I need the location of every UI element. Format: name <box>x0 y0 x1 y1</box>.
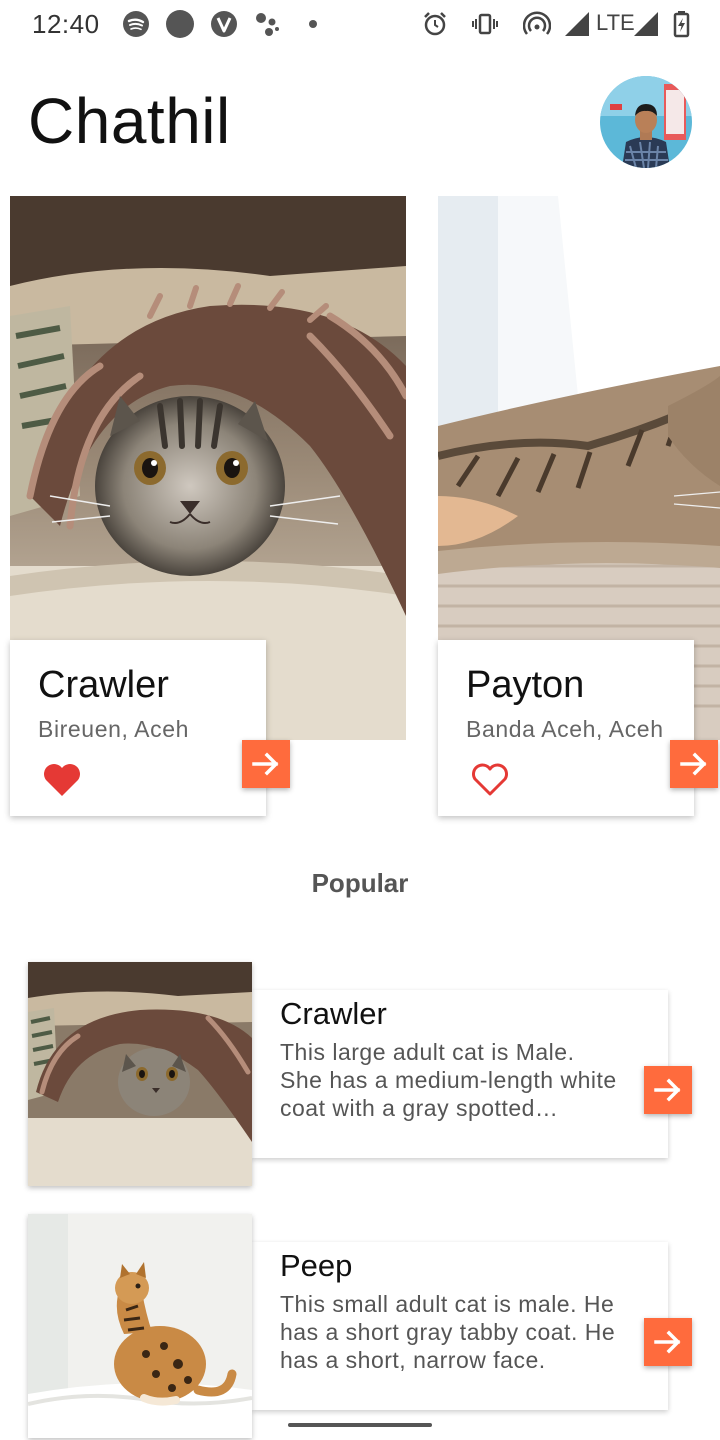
arrow-right-icon <box>252 752 279 776</box>
circle-notification-icon <box>166 10 194 38</box>
home-indicator[interactable] <box>288 1423 432 1427</box>
featured-info-card[interactable]: Payton Banda Aceh, Aceh <box>438 640 694 816</box>
alarm-icon <box>424 12 446 36</box>
cat-name: Crawler <box>280 996 387 1031</box>
section-title-popular: Popular <box>311 868 409 898</box>
arrow-right-icon <box>654 1078 681 1102</box>
open-details-button[interactable] <box>670 740 718 788</box>
popular-thumbnail <box>28 1214 252 1438</box>
open-details-button[interactable] <box>644 1066 692 1114</box>
status-time: 12:40 <box>32 9 100 39</box>
signal-icon <box>565 12 589 36</box>
arrow-right-icon <box>654 1330 681 1354</box>
arrow-right-icon <box>680 752 707 776</box>
network-type: LTE <box>596 10 635 35</box>
popular-item-panel[interactable]: Peep This small adult cat is male. He ha… <box>252 1242 668 1410</box>
app-title: Chathil <box>28 85 231 157</box>
cat-name: Crawler <box>38 664 169 706</box>
cat-name: Peep <box>280 1248 353 1283</box>
profile-avatar[interactable] <box>600 76 692 168</box>
cat-location: Bireuen, Aceh <box>38 716 190 742</box>
battery-charging-icon <box>673 11 690 38</box>
popular-item-panel[interactable]: Crawler This large adult cat is Male. Sh… <box>252 990 668 1158</box>
featured-card-crawler[interactable]: Crawler Bireuen, Aceh <box>0 196 410 826</box>
vibrate-icon <box>472 13 498 35</box>
cat-name: Payton <box>466 664 585 706</box>
cat-description: This large adult cat is Male. She has a … <box>280 1039 617 1121</box>
heart-outline-icon[interactable] <box>470 762 510 798</box>
open-details-button[interactable] <box>242 740 290 788</box>
spotify-icon <box>123 11 149 37</box>
open-details-button[interactable] <box>644 1318 692 1366</box>
heart-filled-icon[interactable] <box>42 762 82 798</box>
featured-card-payton[interactable]: Payton Banda Aceh, Aceh <box>428 196 720 826</box>
hotspot-icon <box>523 11 551 35</box>
vivaldi-icon <box>211 11 237 37</box>
signal-icon-2 <box>634 12 658 36</box>
featured-info-card[interactable]: Crawler Bireuen, Aceh <box>10 640 266 816</box>
cat-location: Banda Aceh, Aceh <box>466 716 664 742</box>
popular-thumbnail <box>28 962 252 1186</box>
assistant-icon <box>256 13 279 36</box>
avatar-photo <box>600 76 692 168</box>
status-bar: 12:40 LTE <box>0 0 720 48</box>
cat-description: This small adult cat is male. He has a s… <box>280 1291 616 1373</box>
dot-icon <box>309 20 317 28</box>
